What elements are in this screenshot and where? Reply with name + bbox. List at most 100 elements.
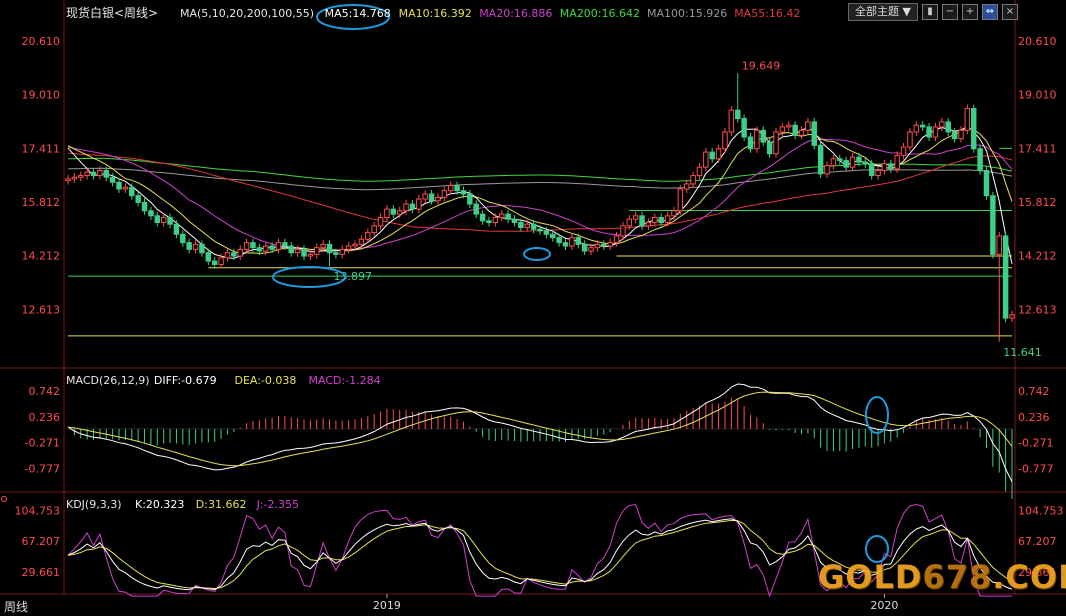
candle-body bbox=[792, 124, 798, 136]
watermark-text-b: 678 bbox=[922, 558, 993, 596]
candle-body bbox=[339, 248, 346, 255]
chevron-down-icon: ▼ bbox=[902, 5, 911, 18]
price-panel[interactable]: 19.64913.89711.641 20.610 20.61019.010 19.… bbox=[22, 35, 1057, 359]
legend-header: MACD(26,12,9) bbox=[66, 374, 150, 387]
candle-body bbox=[900, 146, 907, 156]
legend-item: MA100:15.926 bbox=[647, 7, 727, 20]
candle-body bbox=[805, 121, 811, 131]
candle-body bbox=[173, 223, 180, 235]
macd-cross-highlight-ellipse bbox=[865, 396, 889, 434]
candle-body bbox=[243, 242, 250, 250]
candle-body bbox=[1009, 314, 1015, 319]
highlight-ellipses bbox=[272, 4, 889, 563]
candle-body bbox=[148, 210, 154, 217]
legend-item: MA10:16.392 bbox=[399, 7, 472, 20]
price-tick-right: 12.613 bbox=[1018, 303, 1057, 316]
candle-body bbox=[180, 233, 186, 244]
move-icon[interactable]: ⇔ bbox=[982, 4, 998, 20]
candle-body bbox=[728, 109, 735, 133]
candle-body bbox=[926, 126, 932, 138]
candle-body bbox=[754, 129, 760, 150]
candle-body bbox=[479, 213, 486, 222]
legend-item: DEA:-0.038 bbox=[235, 374, 297, 387]
candle-body bbox=[932, 126, 939, 138]
theme-select[interactable]: 全部主题 ▼ bbox=[848, 3, 918, 21]
price-tick-left: 14.212 bbox=[22, 250, 61, 263]
candle-body bbox=[167, 216, 173, 225]
macd-tick-right: -0.777 bbox=[1018, 462, 1053, 475]
macd-panel[interactable]: 0.742 0.742 0.236 0.236 -0.271 -0.271 -0.777 -0… bbox=[25, 383, 1054, 500]
candle-body bbox=[205, 252, 212, 262]
macd-tick-right: -0.271 bbox=[1018, 437, 1053, 450]
candle-body bbox=[71, 176, 78, 180]
candle-body bbox=[473, 203, 479, 215]
candle-body bbox=[562, 242, 569, 247]
candle-body bbox=[837, 158, 843, 161]
candle-body bbox=[747, 136, 754, 150]
watermark-text-a: GOLD bbox=[818, 558, 923, 596]
zoom-in-icon[interactable]: + bbox=[962, 4, 978, 20]
close-icon[interactable]: × bbox=[1002, 4, 1018, 20]
zoom-out-icon[interactable]: − bbox=[942, 4, 958, 20]
candle-body bbox=[996, 235, 1002, 255]
candle-body bbox=[594, 243, 601, 249]
candle-body bbox=[715, 148, 722, 160]
macd-tick-right: 0.236 bbox=[1018, 411, 1050, 424]
bar-chart-icon[interactable]: ▮ bbox=[922, 4, 938, 20]
candle-body bbox=[951, 131, 958, 140]
candle-body bbox=[384, 208, 390, 218]
price-tick-right: 15.812 bbox=[1018, 196, 1057, 209]
swing-low-highlight-ellipse bbox=[523, 247, 551, 261]
x-tick-label: 2019 bbox=[373, 599, 401, 612]
candle-body bbox=[307, 253, 314, 257]
candle-body bbox=[326, 243, 333, 254]
candle-body bbox=[811, 121, 818, 146]
candle-body bbox=[518, 222, 524, 229]
candle-body bbox=[620, 225, 626, 237]
candle-body bbox=[511, 218, 518, 224]
watermark-logo: GOLD678.COM bbox=[818, 558, 1066, 596]
macd-tick-left: 0.236 bbox=[29, 411, 61, 424]
candle-body bbox=[262, 245, 269, 252]
candle-body bbox=[390, 208, 397, 215]
candle-body bbox=[129, 186, 135, 197]
candle-body bbox=[798, 129, 805, 136]
candle-body bbox=[569, 237, 575, 247]
period-label[interactable]: 周线 bbox=[4, 598, 28, 615]
candle-body bbox=[409, 203, 416, 210]
legend-item: J:-2.355 bbox=[256, 498, 299, 511]
candle-body bbox=[919, 124, 926, 128]
candle-body bbox=[970, 107, 977, 150]
candle-body bbox=[760, 129, 766, 143]
candle-body bbox=[498, 213, 505, 218]
legend-item: K:20.323 bbox=[135, 498, 184, 511]
candle-body bbox=[639, 215, 645, 227]
candle-body bbox=[154, 215, 161, 224]
candle-body bbox=[983, 170, 990, 197]
candle-body bbox=[913, 124, 920, 133]
candle-body bbox=[581, 243, 588, 252]
candle-body bbox=[664, 215, 671, 224]
candle-body bbox=[422, 193, 428, 200]
marker-dot-icon bbox=[1, 496, 7, 502]
candle-body bbox=[766, 141, 773, 155]
candle-body bbox=[958, 129, 964, 140]
candle-body bbox=[160, 216, 167, 224]
candle-body bbox=[371, 225, 377, 234]
legend-item: MA55:16.42 bbox=[734, 7, 800, 20]
candle-body bbox=[103, 170, 110, 178]
candle-body bbox=[530, 223, 537, 230]
price-annotation: 11.641 bbox=[1003, 346, 1041, 359]
price-tick-left: 17.411 bbox=[22, 142, 61, 155]
candle-body bbox=[677, 188, 684, 212]
price-tick-right: 17.411 bbox=[1018, 142, 1057, 155]
candle-body bbox=[632, 215, 639, 220]
candle-body bbox=[626, 218, 633, 227]
kdj-tick-left: 67.207 bbox=[22, 535, 61, 548]
chart-canvas[interactable]: 19.64913.89711.641 20.610 20.61019.010 19.… bbox=[0, 0, 1066, 616]
chart-title: 现货白银<周线> bbox=[66, 5, 158, 20]
candle-body bbox=[396, 210, 403, 215]
candle-body bbox=[881, 163, 888, 172]
candle-body bbox=[282, 242, 288, 247]
candle-body bbox=[894, 154, 900, 170]
